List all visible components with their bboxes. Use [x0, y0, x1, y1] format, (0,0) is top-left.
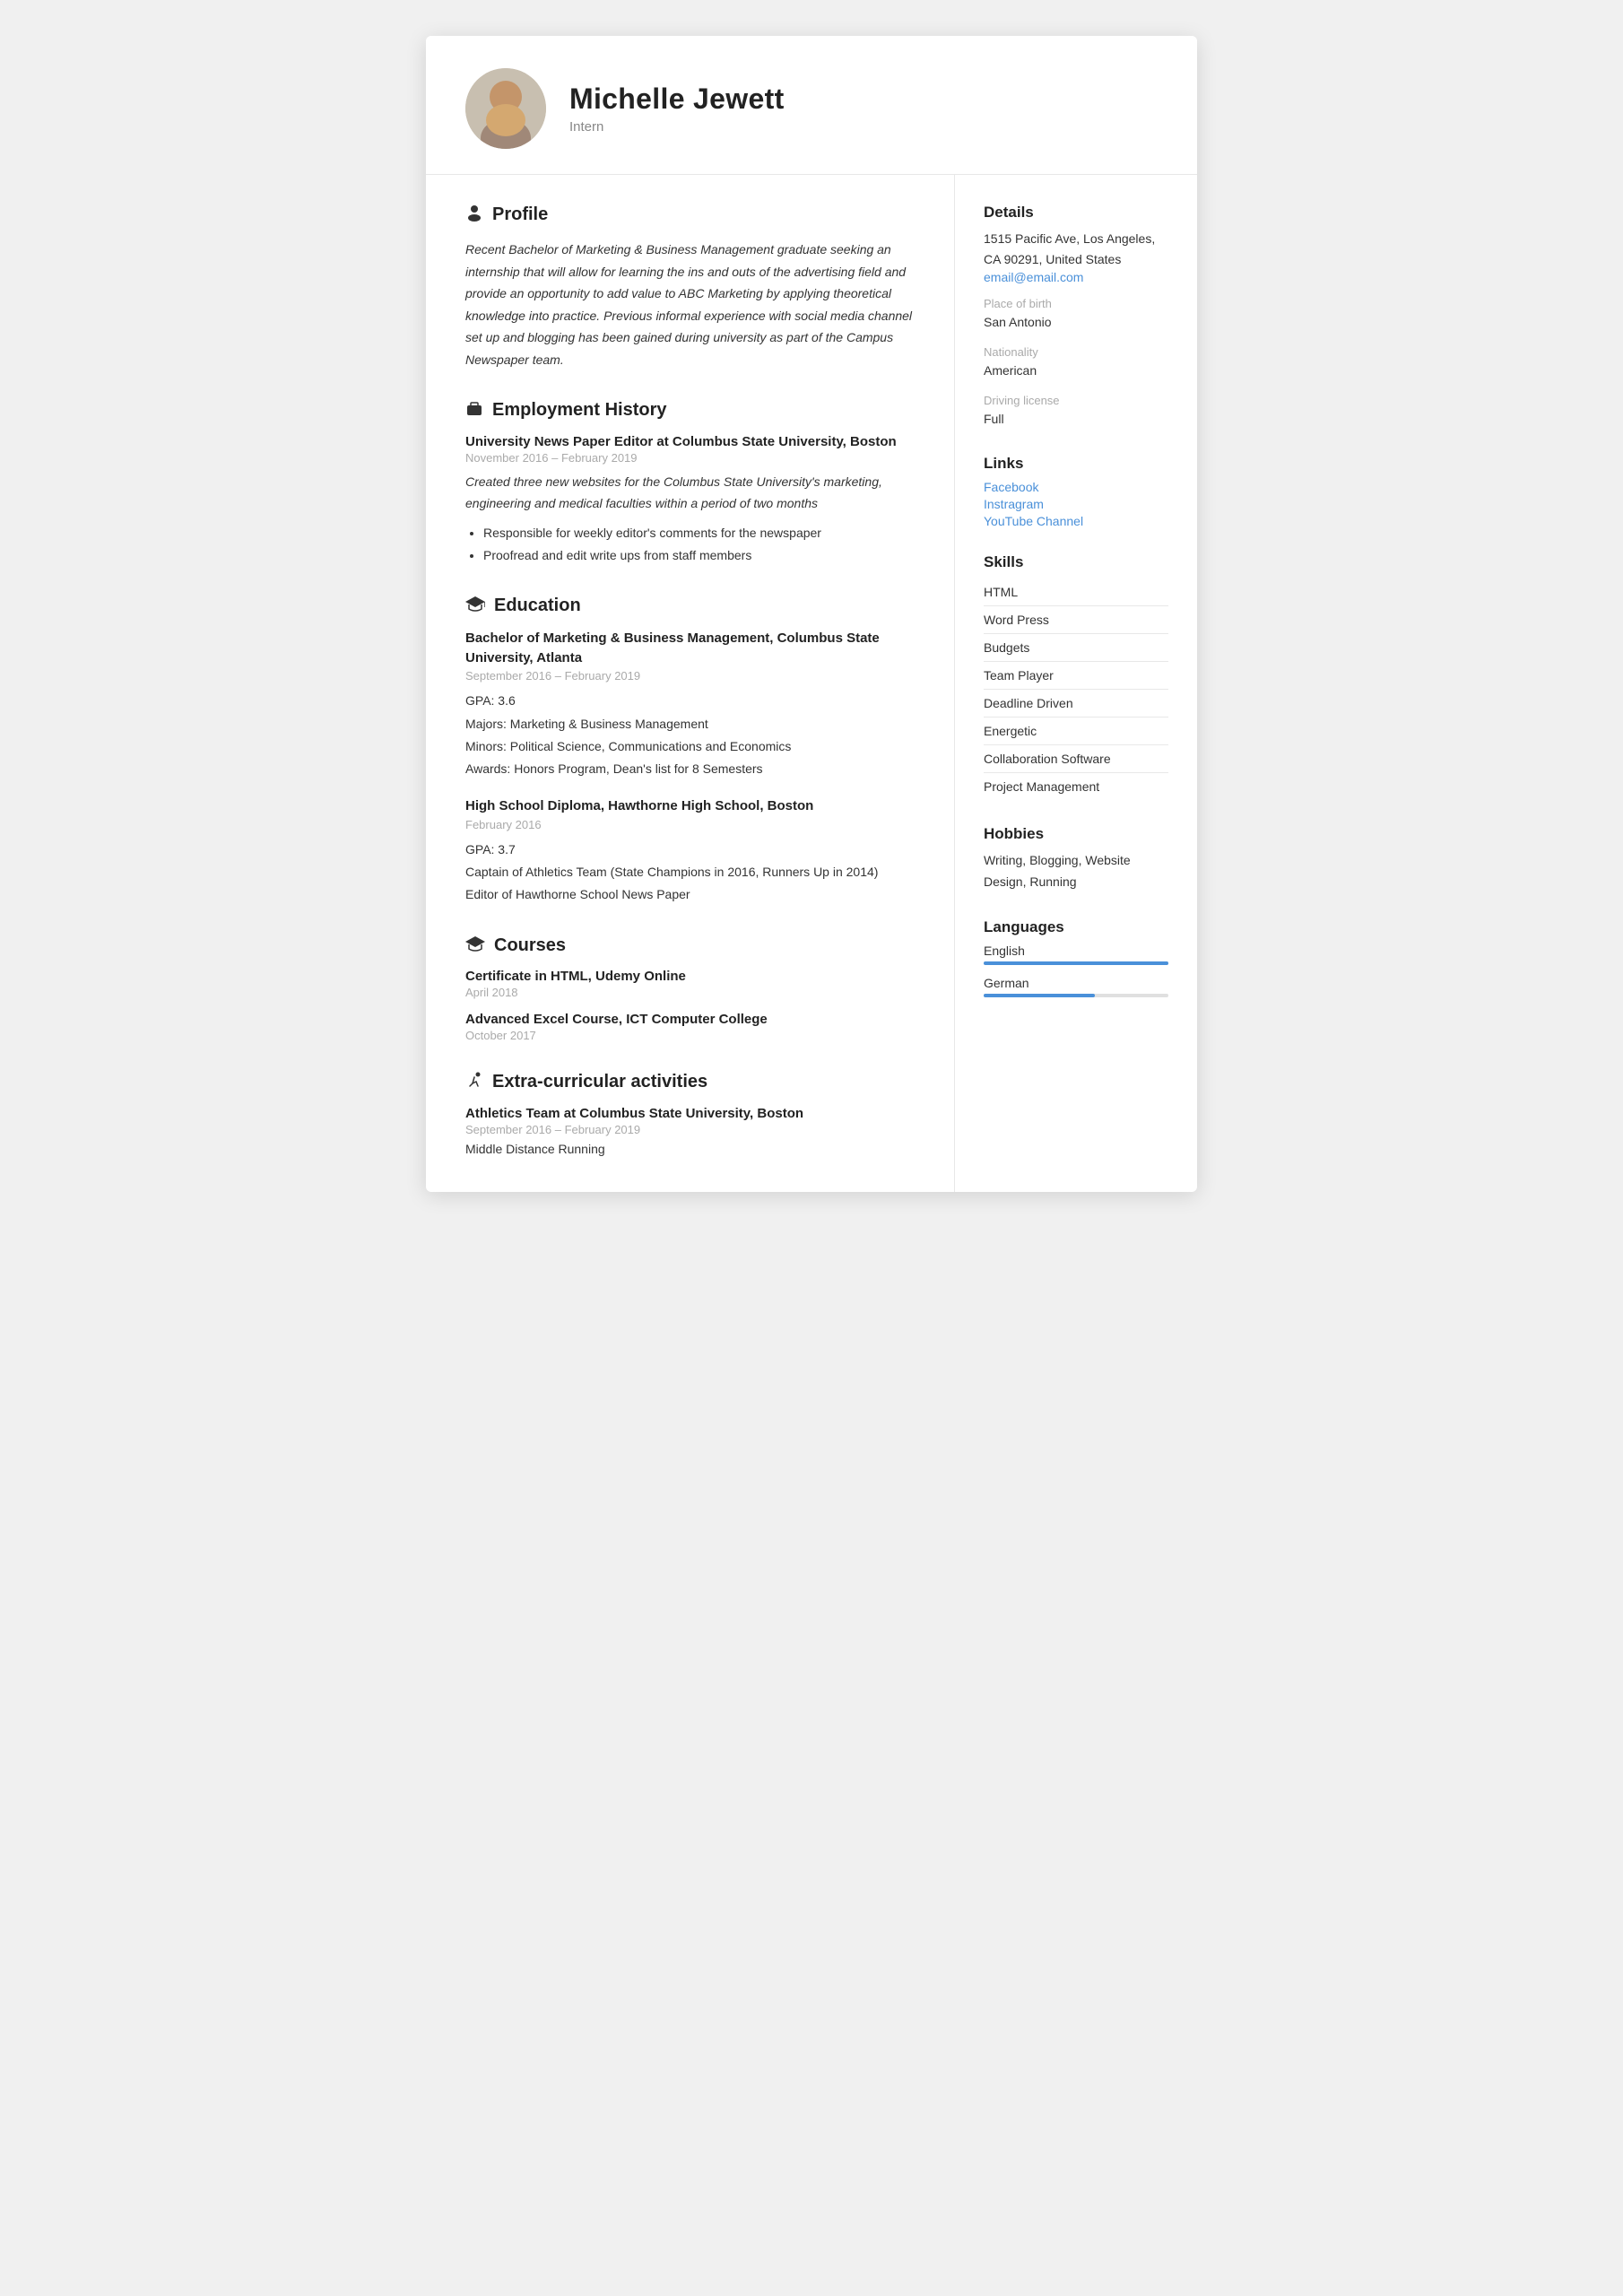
details-address: 1515 Pacific Ave, Los Angeles, CA 90291,…: [984, 229, 1168, 270]
driving-license-label: Driving license: [984, 394, 1168, 407]
hobbies-section-label: Hobbies: [984, 825, 1168, 843]
edu-details-0: GPA: 3.6 Majors: Marketing & Business Ma…: [465, 690, 915, 780]
activity-title-0: Athletics Team at Columbus State Univers…: [465, 1106, 915, 1121]
right-column: Details 1515 Pacific Ave, Los Angeles, C…: [955, 175, 1197, 1192]
course-entry-1: Advanced Excel Course, ICT Computer Coll…: [465, 1012, 915, 1042]
avatar: [465, 68, 546, 149]
course-entry-0: Certificate in HTML, Udemy Online April …: [465, 969, 915, 999]
edu-dates-1: February 2016: [465, 818, 915, 831]
edu-details-1: GPA: 3.7 Captain of Athletics Team (Stat…: [465, 839, 915, 907]
course-date-0: April 2018: [465, 986, 915, 999]
extracurricular-section-label: Extra-curricular activities: [492, 1072, 707, 1092]
profile-icon: [465, 204, 483, 226]
course-date-1: October 2017: [465, 1029, 915, 1042]
skills-list: HTML Word Press Budgets Team Player Dead…: [984, 578, 1168, 800]
employment-section-label: Employment History: [492, 400, 666, 421]
language-item-0: English: [984, 944, 1168, 965]
employment-section-header: Employment History: [465, 399, 915, 422]
job-entry: University News Paper Editor at Columbus…: [465, 434, 915, 567]
courses-section-header: Courses: [465, 935, 915, 956]
edu-detail-line: Majors: Marketing & Business Management: [465, 713, 915, 735]
skill-3: Team Player: [984, 662, 1168, 690]
driving-license-value: Full: [984, 409, 1168, 430]
nationality-value: American: [984, 361, 1168, 381]
language-item-1: German: [984, 976, 1168, 997]
edu-detail-line: Awards: Honors Program, Dean's list for …: [465, 758, 915, 780]
skill-6: Collaboration Software: [984, 745, 1168, 773]
job-bullets-list: Responsible for weekly editor's comments…: [465, 522, 915, 567]
profile-section-header: Profile: [465, 204, 915, 226]
language-name-1: German: [984, 976, 1168, 990]
courses-section-label: Courses: [494, 935, 566, 956]
activity-dates-0: September 2016 – February 2019: [465, 1123, 915, 1136]
edu-detail-line: Editor of Hawthorne School News Paper: [465, 883, 915, 906]
edu-entry-1: High School Diploma, Hawthorne High Scho…: [465, 796, 915, 906]
skill-7: Project Management: [984, 773, 1168, 800]
bullet-item: Proofread and edit write ups from staff …: [483, 544, 915, 567]
details-section-label: Details: [984, 204, 1168, 222]
language-bar-bg-1: [984, 994, 1168, 997]
skill-5: Energetic: [984, 718, 1168, 745]
candidate-name: Michelle Jewett: [569, 83, 1158, 116]
details-email[interactable]: email@email.com: [984, 270, 1168, 284]
skills-section-label: Skills: [984, 553, 1168, 571]
profile-section-label: Profile: [492, 204, 548, 225]
place-of-birth-value: San Antonio: [984, 312, 1168, 333]
profile-text: Recent Bachelor of Marketing & Business …: [465, 239, 915, 370]
extracurricular-icon: [465, 1071, 483, 1093]
edu-detail-line: Captain of Athletics Team (State Champio…: [465, 861, 915, 883]
activity-entry-0: Athletics Team at Columbus State Univers…: [465, 1106, 915, 1156]
job-title: University News Paper Editor at Columbus…: [465, 434, 915, 449]
education-section-header: Education: [465, 596, 915, 616]
language-name-0: English: [984, 944, 1168, 958]
left-column: Profile Recent Bachelor of Marketing & B…: [426, 175, 955, 1192]
job-description: Created three new websites for the Colum…: [465, 472, 915, 515]
course-title-1: Advanced Excel Course, ICT Computer Coll…: [465, 1012, 915, 1027]
edu-dates-0: September 2016 – February 2019: [465, 669, 915, 683]
employment-icon: [465, 399, 483, 422]
edu-degree-0: Bachelor of Marketing & Business Managem…: [465, 629, 915, 668]
language-bar-bg-0: [984, 961, 1168, 965]
job-dates: November 2016 – February 2019: [465, 451, 915, 465]
activity-desc-0: Middle Distance Running: [465, 1142, 915, 1156]
languages-section-label: Languages: [984, 918, 1168, 936]
links-section-label: Links: [984, 455, 1168, 473]
bullet-item: Responsible for weekly editor's comments…: [483, 522, 915, 544]
education-section-label: Education: [494, 596, 581, 616]
edu-detail-line: GPA: 3.7: [465, 839, 915, 861]
course-title-0: Certificate in HTML, Udemy Online: [465, 969, 915, 984]
hobbies-text: Writing, Blogging, Website Design, Runni…: [984, 850, 1168, 893]
link-instagram[interactable]: Instragram: [984, 497, 1168, 511]
edu-detail-line: Minors: Political Science, Communication…: [465, 735, 915, 758]
header-info: Michelle Jewett Intern: [569, 83, 1158, 135]
skill-4: Deadline Driven: [984, 690, 1168, 718]
courses-icon: [465, 935, 485, 956]
candidate-title: Intern: [569, 119, 1158, 135]
skill-2: Budgets: [984, 634, 1168, 662]
extracurricular-section-header: Extra-curricular activities: [465, 1071, 915, 1093]
place-of-birth-label: Place of birth: [984, 297, 1168, 310]
resume-document: Michelle Jewett Intern Profile Recent Ba…: [426, 36, 1197, 1192]
resume-header: Michelle Jewett Intern: [426, 36, 1197, 175]
language-bar-fill-1: [984, 994, 1095, 997]
nationality-label: Nationality: [984, 345, 1168, 359]
link-facebook[interactable]: Facebook: [984, 480, 1168, 494]
edu-degree-1: High School Diploma, Hawthorne High Scho…: [465, 796, 915, 816]
skill-0: HTML: [984, 578, 1168, 606]
education-icon: [465, 596, 485, 616]
language-bar-fill-0: [984, 961, 1168, 965]
main-layout: Profile Recent Bachelor of Marketing & B…: [426, 175, 1197, 1192]
edu-detail-line: GPA: 3.6: [465, 690, 915, 712]
link-youtube[interactable]: YouTube Channel: [984, 514, 1168, 528]
skill-1: Word Press: [984, 606, 1168, 634]
edu-entry-0: Bachelor of Marketing & Business Managem…: [465, 629, 915, 780]
